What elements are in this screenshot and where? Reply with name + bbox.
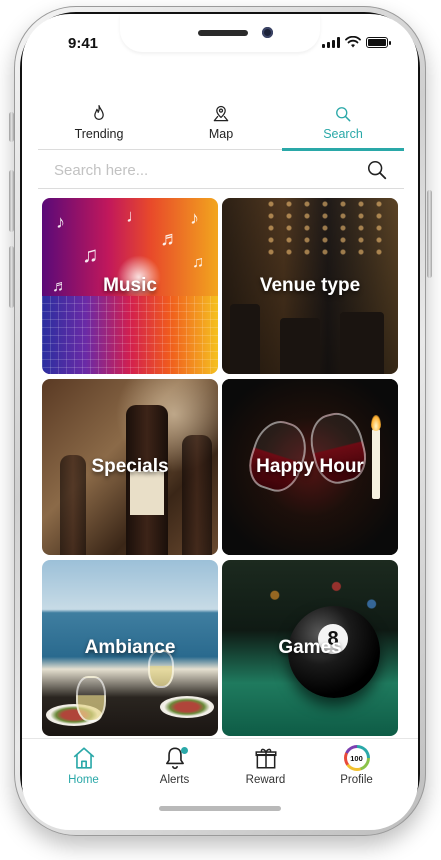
app-screen: 9:41 Trending Map Search Search here... … (22, 14, 418, 830)
category-tile-music[interactable]: ♪ ♫ ♩ ♬ ♪ ♫ ♬ Music (42, 198, 218, 374)
tab-map[interactable]: Map (160, 92, 282, 149)
gift-icon (254, 748, 277, 769)
home-icon (73, 747, 94, 769)
profile-score: 100 (346, 748, 367, 768)
category-label: Happy Hour (256, 456, 364, 477)
status-icons (322, 36, 391, 48)
alert-indicator-dot (180, 747, 188, 754)
volume-up-button (9, 170, 14, 232)
category-tile-ambiance[interactable]: Ambiance (42, 560, 218, 736)
category-tile-venue-type[interactable]: Venue type (222, 198, 398, 374)
profile-score-icon: 100 (343, 745, 370, 771)
power-button (427, 190, 432, 278)
category-tile-specials[interactable]: Specials (42, 379, 218, 555)
map-pin-icon (213, 105, 229, 122)
flame-icon (94, 105, 104, 121)
status-time: 9:41 (68, 35, 99, 52)
top-tab-bar: Trending Map Search (38, 92, 404, 151)
category-label: Specials (91, 456, 169, 477)
nav-alerts-label: Alerts (159, 774, 190, 786)
battery-icon (366, 36, 391, 48)
tab-trending[interactable]: Trending (38, 92, 160, 149)
category-label: Music (103, 275, 157, 296)
search-bar (38, 151, 404, 189)
category-label: Games (278, 637, 342, 658)
status-bar: 9:41 (22, 14, 418, 70)
wifi-icon (345, 36, 361, 48)
nav-home-label: Home (68, 774, 99, 786)
nav-profile[interactable]: 100 Profile (317, 739, 397, 796)
nav-home[interactable]: Home (44, 739, 124, 796)
bottom-nav-bar: Home Alerts Reward 100 Profile (22, 738, 418, 796)
volume-down-button (9, 246, 14, 308)
front-camera (262, 27, 273, 38)
nav-reward[interactable]: Reward (226, 739, 306, 796)
home-indicator[interactable] (159, 806, 281, 811)
tab-search-label: Search (323, 127, 363, 141)
speaker-grille (198, 30, 248, 36)
category-label: Venue type (259, 275, 361, 296)
category-tile-games[interactable]: 8 Games (222, 560, 398, 736)
mute-switch (9, 112, 14, 142)
nav-reward-label: Reward (245, 774, 286, 786)
category-grid: ♪ ♫ ♩ ♬ ♪ ♫ ♬ Music Venue type Specials … (42, 198, 398, 736)
search-icon (336, 107, 351, 122)
nav-profile-label: Profile (340, 774, 373, 786)
search-input[interactable] (38, 151, 358, 189)
category-tile-happy-hour[interactable]: Happy Hour (222, 379, 398, 555)
cellular-signal-icon (322, 36, 340, 48)
notch (120, 14, 320, 52)
search-submit-icon[interactable] (366, 159, 388, 181)
tab-trending-label: Trending (74, 127, 124, 141)
category-label: Ambiance (84, 637, 176, 658)
nav-alerts[interactable]: Alerts (135, 739, 215, 796)
tab-map-label: Map (208, 127, 234, 141)
tab-search[interactable]: Search (282, 92, 404, 151)
